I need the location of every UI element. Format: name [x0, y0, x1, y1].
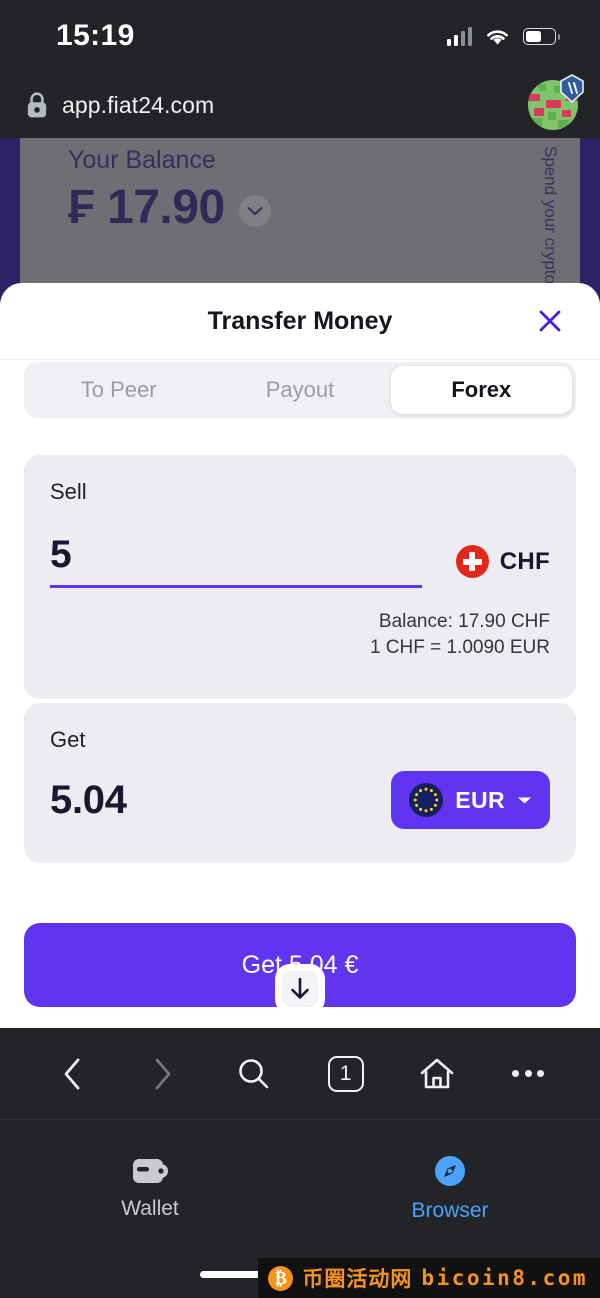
sheet-header: Transfer Money: [0, 283, 600, 360]
status-indicators: [446, 26, 560, 46]
close-button[interactable]: [530, 301, 570, 341]
chevron-right-icon: [155, 1058, 171, 1089]
bitcoin-icon: ₿: [268, 1265, 294, 1291]
arrow-down-icon: [291, 977, 309, 999]
eu-flag-icon: [409, 783, 444, 817]
page-title: Transfer Money: [207, 306, 393, 335]
home-icon: [420, 1058, 454, 1088]
compass-icon: [435, 1155, 465, 1186]
search-icon: [239, 1058, 269, 1088]
get-amount-value: 5.04: [50, 777, 127, 822]
shield-badge-icon: [560, 74, 584, 103]
lock-icon: [27, 92, 47, 118]
tab-browser[interactable]: Browser: [300, 1120, 600, 1255]
watermark-banner: ₿ 币圈活动网 bicoin8.com: [258, 1258, 600, 1298]
transfer-mode-tabs: To Peer Payout Forex: [24, 362, 576, 418]
sell-panel: Sell CHF Balance: 17.90 CHF 1 CHF = 1.00…: [24, 455, 576, 699]
back-button[interactable]: [42, 1044, 102, 1104]
tab-to-peer[interactable]: To Peer: [28, 366, 209, 414]
get-currency-selector[interactable]: EUR: [391, 771, 550, 829]
tab-forex-label: Forex: [451, 377, 512, 402]
transfer-money-sheet: Transfer Money To Peer Payout Forex Sell: [0, 283, 600, 1028]
chevron-left-icon: [64, 1058, 80, 1089]
chevron-down-icon: [518, 797, 531, 803]
wifi-icon: [487, 30, 508, 45]
tab-payout[interactable]: Payout: [209, 366, 390, 414]
tab-to-peer-label: To Peer: [80, 377, 157, 402]
url-text[interactable]: app.fiat24.com: [62, 92, 528, 119]
status-bar: 15:19: [0, 0, 600, 72]
app-tab-bar: Wallet Browser: [0, 1120, 600, 1255]
sell-amount-input[interactable]: [50, 533, 422, 588]
balance-line: Balance: 17.90 CHF: [378, 611, 550, 632]
swiss-flag-icon: [455, 545, 489, 578]
tab-count-icon: 1: [327, 1055, 364, 1092]
sell-label: Sell: [50, 479, 87, 504]
sell-input-row: CHF: [50, 533, 550, 588]
get-panel: Get 5.04 EUR: [24, 703, 576, 863]
battery-icon: [523, 27, 560, 45]
tab-forex[interactable]: Forex: [390, 366, 572, 414]
get-amount-row: 5.04 EUR: [50, 771, 550, 829]
tabs-button[interactable]: 1: [316, 1044, 376, 1104]
wallet-icon: [133, 1158, 168, 1183]
browser-url-bar[interactable]: app.fiat24.com: [0, 72, 600, 138]
swap-direction-button[interactable]: [275, 964, 325, 1014]
tab-wallet[interactable]: Wallet: [0, 1120, 300, 1255]
phone-screen: 15:19 app.fiat24.com Your Balance ₣ 17.9…: [0, 0, 600, 1298]
avatar[interactable]: [528, 74, 584, 130]
tab-count-label: 1: [339, 1061, 352, 1085]
more-button[interactable]: [498, 1044, 558, 1104]
signal-bars-icon: [446, 26, 472, 46]
more-dots-icon: [512, 1070, 545, 1077]
forward-button[interactable]: [133, 1044, 193, 1104]
tab-payout-label: Payout: [265, 377, 335, 402]
watermark-url-text: bicoin8.com: [421, 1266, 588, 1290]
get-currency-code: EUR: [455, 786, 505, 813]
tab-wallet-label: Wallet: [121, 1196, 179, 1220]
tab-browser-label: Browser: [411, 1198, 489, 1222]
sell-currency-selector[interactable]: CHF: [455, 545, 550, 588]
watermark-cn-text: 币圈活动网: [302, 1267, 413, 1291]
sell-meta: Balance: 17.90 CHF 1 CHF = 1.0090 EUR: [370, 609, 550, 660]
close-icon: [539, 310, 561, 332]
home-button[interactable]: [407, 1044, 467, 1104]
rate-line: 1 CHF = 1.0090 EUR: [369, 636, 550, 658]
get-label: Get: [50, 727, 86, 752]
status-time: 15:19: [56, 19, 135, 52]
sell-currency-code: CHF: [499, 547, 550, 575]
search-button[interactable]: [224, 1044, 284, 1104]
browser-toolbar: 1: [0, 1028, 600, 1120]
